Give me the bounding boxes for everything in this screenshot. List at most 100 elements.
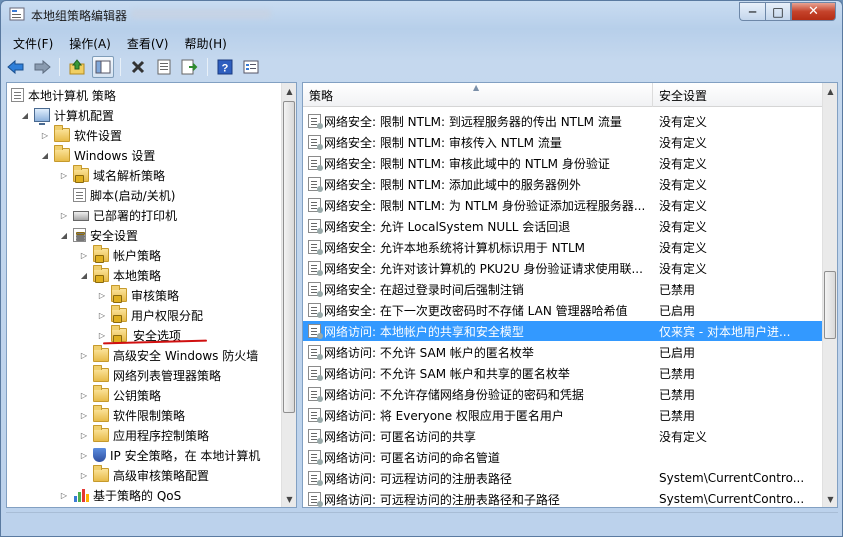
- tree-node-account-policies[interactable]: ▷ 帐户策略: [78, 245, 161, 265]
- collapsed-arrow-icon[interactable]: ▷: [58, 169, 70, 181]
- expanded-arrow-icon[interactable]: ◢: [19, 109, 31, 121]
- title-bar[interactable]: 本地组策略编辑器 ─ □ ✕: [1, 1, 842, 29]
- collapsed-arrow-icon[interactable]: ▷: [78, 409, 90, 421]
- expanded-arrow-icon[interactable]: ◢: [39, 149, 51, 161]
- show-hide-tree-button[interactable]: [92, 56, 114, 78]
- menu-action[interactable]: 操作(A): [61, 33, 119, 53]
- console-tree-pane[interactable]: 本地计算机 策略 ◢ 计算机配置 ▷ 软件设置 ◢ Windows 设置 ▷ 域…: [6, 82, 297, 508]
- list-item[interactable]: 网络安全: 限制 NTLM: 为 NTLM 身份验证添加远程服务器... 没有定义: [303, 195, 822, 215]
- collapsed-arrow-icon[interactable]: ▷: [96, 309, 108, 321]
- list-scroll-thumb[interactable]: [824, 271, 836, 339]
- tree-node-computer-config[interactable]: ◢ 计算机配置: [19, 105, 114, 125]
- up-one-level-button[interactable]: [66, 56, 88, 78]
- list-item[interactable]: 网络安全: 限制 NTLM: 审核传入 NTLM 流量 没有定义: [303, 132, 822, 152]
- minimize-button[interactable]: ─: [739, 2, 765, 21]
- list-item[interactable]: 网络访问: 可匿名访问的命名管道: [303, 447, 822, 467]
- scroll-up-icon[interactable]: ▲: [282, 83, 296, 99]
- list-item[interactable]: 网络安全: 限制 NTLM: 审核此域中的 NTLM 身份验证 没有定义: [303, 153, 822, 173]
- help-button[interactable]: ?: [214, 56, 236, 78]
- tree-node-scripts[interactable]: 脚本(启动/关机): [73, 185, 175, 205]
- policy-setting-icon: [308, 408, 323, 423]
- tree-node-label: 网络列表管理器策略: [113, 368, 222, 383]
- list-item[interactable]: 网络访问: 不允许存储网络身份验证的密码和凭据 已禁用: [303, 384, 822, 404]
- maximize-button[interactable]: □: [765, 2, 791, 21]
- folder-lock-icon: [111, 325, 127, 343]
- tree-node-public-key-policies[interactable]: ▷ 公钥策略: [78, 385, 161, 405]
- policy-name: 网络访问: 将 Everyone 权限应用于匿名用户: [324, 408, 564, 423]
- collapsed-arrow-icon[interactable]: ▷: [39, 129, 51, 141]
- list-item-selected[interactable]: 网络访问: 本地帐户的共享和安全模型 仅来宾 - 对本地用户进...: [303, 321, 822, 341]
- expanded-arrow-icon[interactable]: ◢: [78, 269, 90, 281]
- list-item[interactable]: 网络安全: 允许 LocalSystem NULL 会话回退 没有定义: [303, 216, 822, 236]
- collapsed-arrow-icon[interactable]: ▷: [96, 329, 108, 341]
- menu-file[interactable]: 文件(F): [5, 33, 61, 53]
- tree-node-windows-firewall[interactable]: ▷ 高级安全 Windows 防火墙: [78, 345, 258, 365]
- list-item[interactable]: 网络安全: 允许本地系统将计算机标识用于 NTLM 没有定义: [303, 237, 822, 257]
- expanded-arrow-icon[interactable]: ◢: [58, 229, 70, 241]
- list-item[interactable]: 网络访问: 不允许 SAM 帐户的匿名枚举 已启用: [303, 342, 822, 362]
- list-item[interactable]: 网络安全: 限制 NTLM: 到远程服务器的传出 NTLM 流量 没有定义: [303, 111, 822, 131]
- column-header-setting[interactable]: 安全设置: [653, 83, 822, 107]
- tree-node-qos[interactable]: ▷ 基于策略的 QoS: [58, 485, 181, 505]
- collapsed-arrow-icon[interactable]: ▷: [78, 449, 90, 461]
- tree-node-windows-settings[interactable]: ◢ Windows 设置: [39, 145, 155, 165]
- list-item[interactable]: 网络安全: 限制 NTLM: 添加此域中的服务器例外 没有定义: [303, 174, 822, 194]
- tree-node-software-settings[interactable]: ▷ 软件设置: [39, 125, 122, 145]
- list-item[interactable]: 网络访问: 可匿名访问的共享 没有定义: [303, 426, 822, 446]
- tree-node-app-control[interactable]: ▷ 应用程序控制策略: [78, 425, 209, 445]
- back-button[interactable]: [5, 56, 27, 78]
- list-item[interactable]: 网络访问: 不允许 SAM 帐户和共享的匿名枚举 已禁用: [303, 363, 822, 383]
- policy-value: 没有定义: [659, 429, 708, 444]
- list-item[interactable]: 网络安全: 在超过登录时间后强制注销 已禁用: [303, 279, 822, 299]
- tree-node-user-rights-assignment[interactable]: ▷ 用户权限分配: [96, 305, 203, 325]
- list-vertical-scrollbar[interactable]: ▲ ▼: [822, 83, 837, 507]
- properties-button[interactable]: [153, 56, 175, 78]
- policy-value: 已禁用: [659, 282, 696, 297]
- collapsed-arrow-icon[interactable]: ▷: [78, 469, 90, 481]
- tree-node-network-list-manager[interactable]: 网络列表管理器策略: [93, 365, 221, 385]
- tree-node-security-settings[interactable]: ◢ 安全设置: [58, 225, 138, 245]
- list-item[interactable]: 网络访问: 将 Everyone 权限应用于匿名用户 已禁用: [303, 405, 822, 425]
- list-item[interactable]: 网络安全: 在下一次更改密码时不存储 LAN 管理器哈希值 已启用: [303, 300, 822, 320]
- menu-view[interactable]: 查看(V): [119, 33, 177, 53]
- list-item[interactable]: 网络访问: 可远程访问的注册表路径 System\CurrentContro...: [303, 468, 822, 488]
- tree-node-advanced-audit[interactable]: ▷ 高级审核策略配置: [78, 465, 209, 485]
- tree-node-local-computer-policy[interactable]: 本地计算机 策略: [11, 85, 116, 105]
- collapsed-arrow-icon[interactable]: ▷: [78, 349, 90, 361]
- tree-node-software-restriction[interactable]: ▷ 软件限制策略: [78, 405, 185, 425]
- view-button[interactable]: [240, 56, 262, 78]
- collapsed-arrow-icon[interactable]: ▷: [58, 489, 70, 501]
- folder-icon: [54, 145, 70, 162]
- tree-scroll-thumb[interactable]: [283, 101, 295, 413]
- export-list-button[interactable]: [179, 56, 201, 78]
- collapsed-arrow-icon[interactable]: ▷: [78, 389, 90, 401]
- computer-icon: [34, 108, 50, 125]
- collapsed-arrow-icon[interactable]: ▷: [78, 249, 90, 261]
- tree-vertical-scrollbar[interactable]: ▲ ▼: [281, 83, 296, 507]
- delete-button[interactable]: [127, 56, 149, 78]
- list-item[interactable]: 网络访问: 可远程访问的注册表路径和子路径 System\CurrentContr…: [303, 489, 822, 507]
- policy-setting-icon: [308, 240, 323, 255]
- list-item[interactable]: 网络安全: 允许对该计算机的 PKU2U 身份验证请求使用联... 没有定义: [303, 258, 822, 278]
- tree-node-local-policies[interactable]: ◢ 本地策略: [78, 265, 161, 285]
- scroll-down-icon[interactable]: ▼: [823, 491, 837, 507]
- menu-help[interactable]: 帮助(H): [176, 33, 234, 53]
- tree-node-audit-policy[interactable]: ▷ 审核策略: [96, 285, 179, 305]
- column-header-policy[interactable]: 策略 ▲: [303, 83, 653, 107]
- tree-node-label: IP 安全策略，在 本地计算机: [110, 448, 261, 463]
- collapsed-arrow-icon[interactable]: ▷: [58, 209, 70, 221]
- collapsed-arrow-icon[interactable]: ▷: [96, 289, 108, 301]
- close-icon: ✕: [808, 4, 819, 19]
- tree-node-name-resolution-policy[interactable]: ▷ 域名解析策略: [58, 165, 165, 185]
- collapsed-arrow-icon[interactable]: ▷: [78, 429, 90, 441]
- scroll-up-icon[interactable]: ▲: [823, 83, 837, 99]
- tree-node-deployed-printers[interactable]: ▷ 已部署的打印机: [58, 205, 177, 225]
- policy-value: 已启用: [659, 345, 696, 360]
- policy-list-pane[interactable]: 策略 ▲ 安全设置 网络安全: 限制 NTLM: 到远程服务器的传出 NTLM …: [302, 82, 838, 508]
- maximize-icon: □: [772, 4, 784, 19]
- forward-button[interactable]: [31, 56, 53, 78]
- scroll-down-icon[interactable]: ▼: [282, 491, 296, 507]
- policy-setting-icon: [308, 219, 323, 234]
- tree-node-ip-security[interactable]: ▷ IP 安全策略，在 本地计算机: [78, 445, 260, 465]
- close-button[interactable]: ✕: [791, 2, 836, 21]
